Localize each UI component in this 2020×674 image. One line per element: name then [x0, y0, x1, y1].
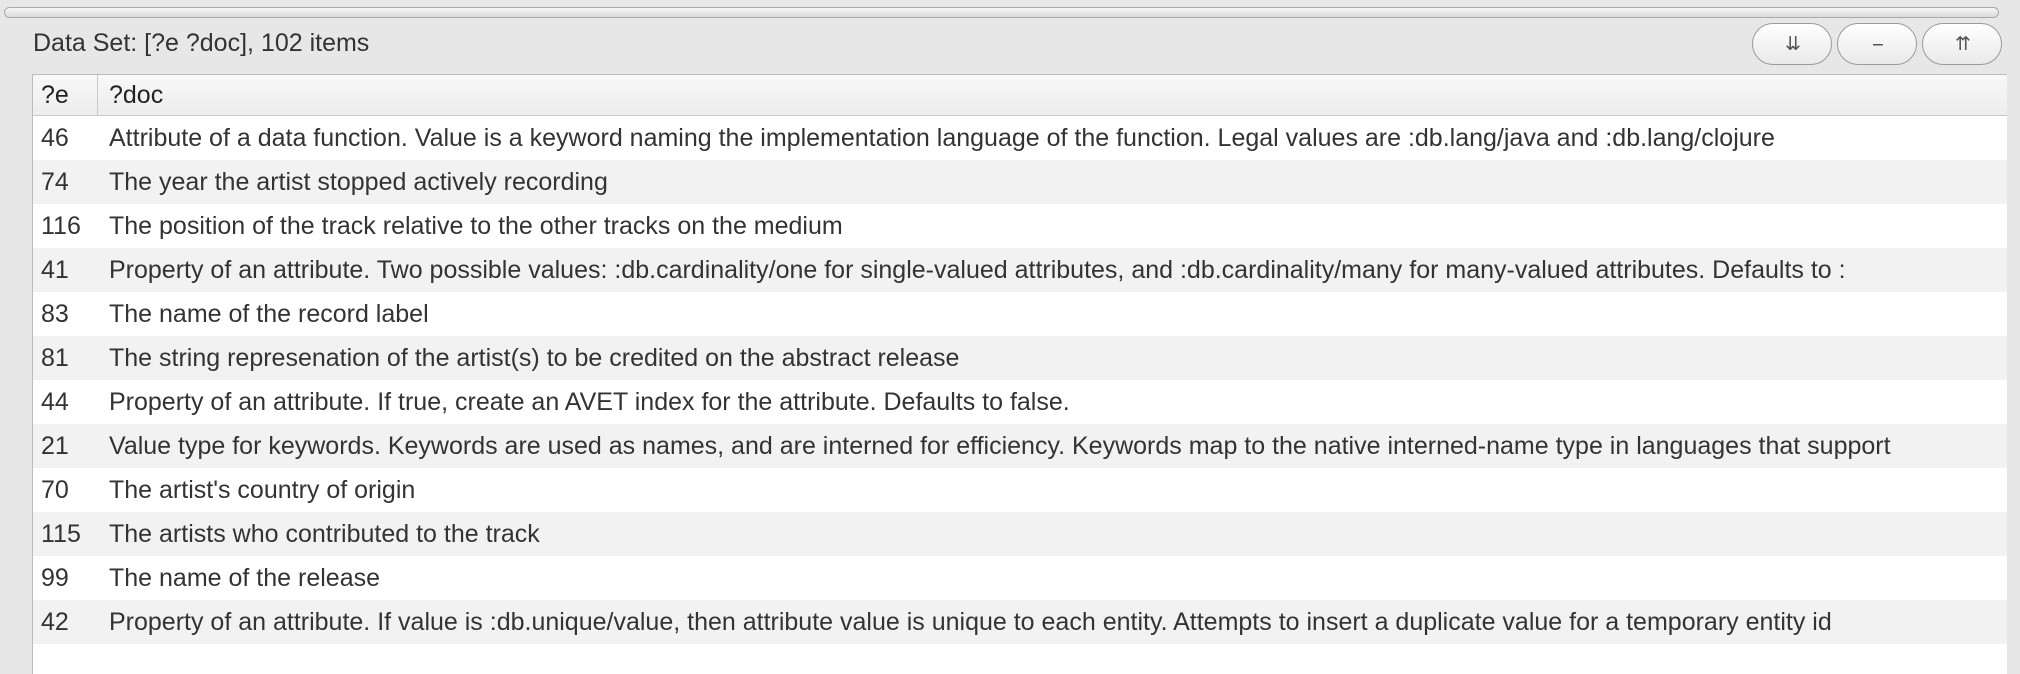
table-row[interactable]: 74 The year the artist stopped actively … [33, 160, 2007, 204]
cell-doc: The artist's country of origin [109, 475, 416, 504]
cell-doc: Property of an attribute. Two possible v… [109, 255, 1846, 284]
cell-doc: The name of the release [109, 563, 380, 592]
cell-e: 44 [41, 387, 69, 416]
cell-doc: Property of an attribute. If true, creat… [109, 387, 1070, 416]
table-row[interactable]: 41 Property of an attribute. Two possibl… [33, 248, 2007, 292]
column-header-e[interactable]: ?e [33, 75, 98, 115]
cell-doc: The name of the record label [109, 299, 429, 328]
table-row[interactable]: 115 The artists who contributed to the t… [33, 512, 2007, 556]
cell-doc: Property of an attribute. If value is :d… [109, 607, 1832, 636]
dataset-controls: ⇊ -- ⇈ [1752, 23, 2006, 68]
cell-e: 46 [41, 123, 69, 152]
table-row[interactable]: 42 Property of an attribute. If value is… [33, 600, 2007, 644]
dataset-table: ?e ?doc 46 Attribute of a data function.… [32, 74, 2007, 674]
cell-e: 70 [41, 475, 69, 504]
cell-doc: The string represenation of the artist(s… [109, 343, 960, 372]
cell-e: 116 [41, 211, 81, 240]
expand-all-button[interactable]: ⇊ [1752, 23, 1832, 65]
table-row[interactable]: 21 Value type for keywords. Keywords are… [33, 424, 2007, 468]
table-row[interactable]: 70 The artist's country of origin [33, 468, 2007, 512]
table-body: 46 Attribute of a data function. Value i… [33, 116, 2007, 674]
table-row[interactable]: 46 Attribute of a data function. Value i… [33, 116, 2007, 160]
table-row[interactable]: 44 Property of an attribute. If true, cr… [33, 380, 2007, 424]
cell-doc: Attribute of a data function. Value is a… [109, 123, 1775, 152]
cell-e: 42 [41, 607, 69, 636]
cell-doc: The year the artist stopped actively rec… [109, 167, 608, 196]
table-row[interactable]: 81 The string represenation of the artis… [33, 336, 2007, 380]
cell-e: 115 [41, 519, 81, 548]
cell-e: 81 [41, 343, 69, 372]
table-row[interactable]: 83 The name of the record label [33, 292, 2007, 336]
cell-e: 21 [41, 431, 69, 460]
top-scrollbar[interactable] [4, 7, 1999, 18]
cell-doc: The artists who contributed to the track [109, 519, 540, 548]
table-header: ?e ?doc [33, 75, 2007, 116]
table-row[interactable] [33, 644, 2007, 674]
cell-doc: The position of the track relative to th… [109, 211, 843, 240]
cell-e: 99 [41, 563, 69, 592]
dataset-title: Data Set: [?e ?doc], 102 items [33, 29, 370, 57]
screen: Data Set: [?e ?doc], 102 items ⇊ -- ⇈ ?e… [0, 0, 2020, 674]
dataset-panel: Data Set: [?e ?doc], 102 items ⇊ -- ⇈ ?e… [32, 18, 2007, 674]
cell-e: 41 [41, 255, 69, 284]
table-row[interactable]: 116 The position of the track relative t… [33, 204, 2007, 248]
collapse-button[interactable]: -- [1837, 23, 1917, 65]
cell-doc: Value type for keywords. Keywords are us… [109, 431, 1891, 460]
column-header-doc[interactable]: ?doc [98, 75, 163, 115]
collapse-all-button[interactable]: ⇈ [1922, 23, 2002, 65]
table-row[interactable]: 99 The name of the release [33, 556, 2007, 600]
cell-e: 74 [41, 167, 69, 196]
cell-e: 83 [41, 299, 69, 328]
